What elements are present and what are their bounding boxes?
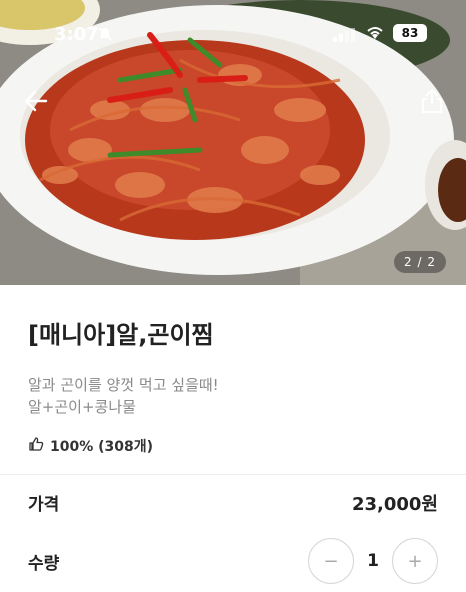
quantity-stepper: − 1 + bbox=[308, 538, 438, 584]
price-value: 23,000원 bbox=[351, 493, 438, 515]
gallery-counter: 2 / 2 bbox=[394, 251, 446, 273]
quantity-label: 수량 bbox=[28, 553, 60, 574]
share-icon[interactable] bbox=[421, 88, 443, 118]
product-title: [매니아]알,곤이찜 bbox=[28, 321, 214, 349]
status-bar: 3:07 83 bbox=[0, 0, 466, 64]
description-line-1: 알과 곤이를 양껏 먹고 싶을때! bbox=[28, 376, 219, 394]
battery-icon: 83 bbox=[393, 24, 427, 42]
signal-icon bbox=[333, 27, 355, 46]
bell-slash-icon bbox=[97, 26, 113, 46]
rating-text: 100% (308개) bbox=[50, 439, 154, 455]
wifi-icon bbox=[365, 24, 385, 44]
back-arrow-icon[interactable] bbox=[24, 90, 48, 116]
product-description: 알과 곤이를 양껏 먹고 싶을때! 알+곤이+콩나물 bbox=[28, 374, 438, 418]
rating: 100% (308개) bbox=[28, 436, 438, 456]
quantity-value: 1 bbox=[367, 551, 379, 571]
product-image-gallery[interactable]: 3:07 83 2 / 2 bbox=[0, 0, 466, 285]
thumbs-up-icon bbox=[28, 436, 50, 456]
status-time: 3:07 bbox=[54, 24, 99, 45]
price-label: 가격 bbox=[28, 495, 60, 515]
description-line-2: 알+곤이+콩나물 bbox=[28, 398, 136, 416]
increase-button[interactable]: + bbox=[392, 538, 438, 584]
price-row: 가격 23,000원 bbox=[0, 475, 466, 530]
product-info: [매니아]알,곤이찜 알과 곤이를 양껏 먹고 싶을때! 알+곤이+콩나물 10… bbox=[0, 285, 466, 456]
quantity-row: 수량 − 1 + bbox=[0, 530, 466, 592]
decrease-button[interactable]: − bbox=[308, 538, 354, 584]
